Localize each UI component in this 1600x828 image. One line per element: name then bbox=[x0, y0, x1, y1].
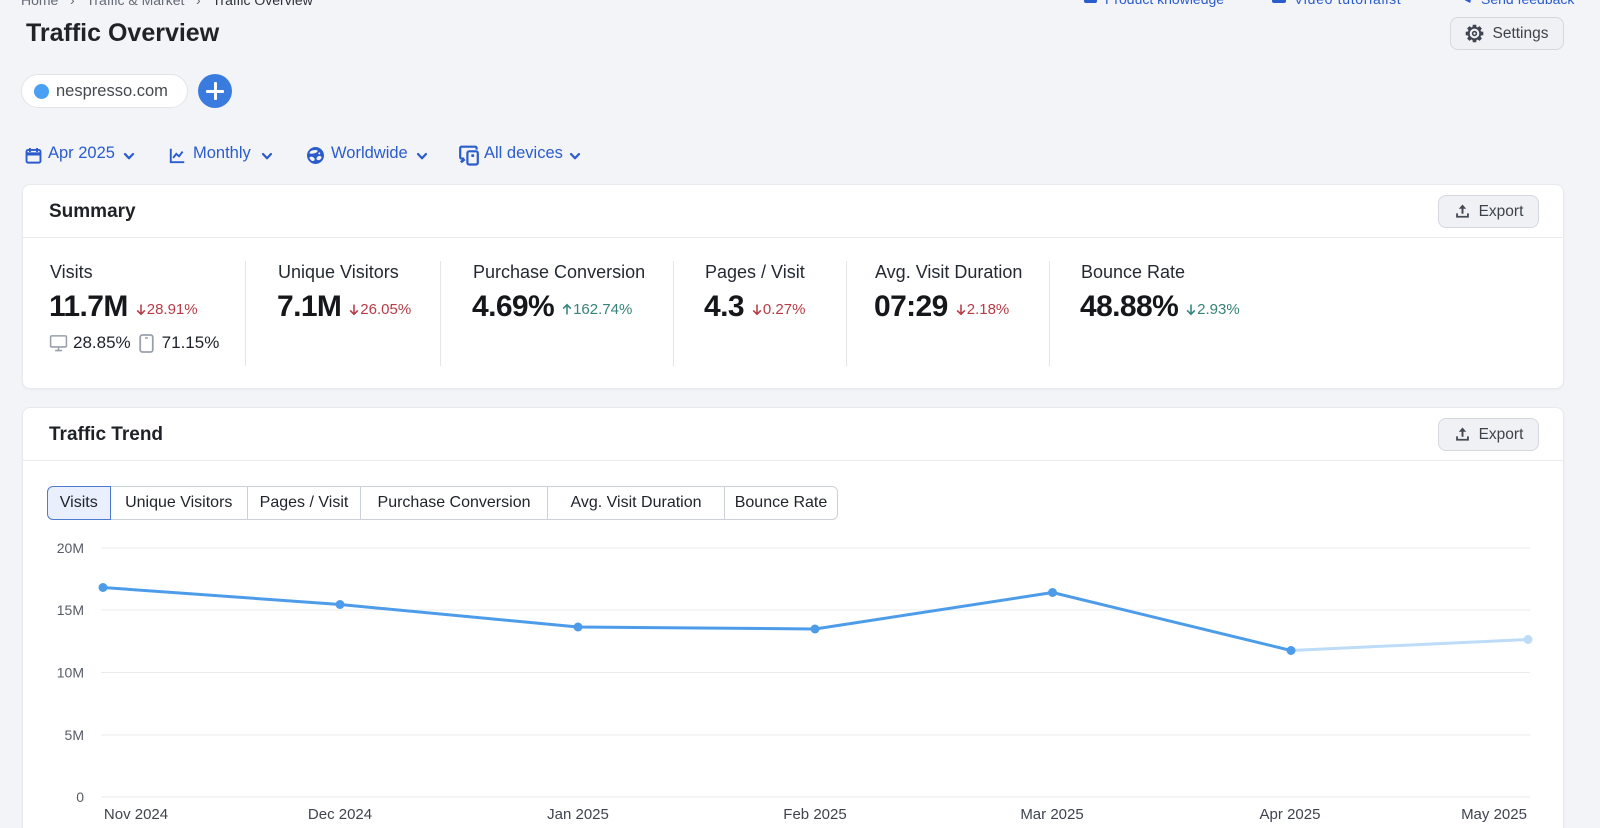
svg-text:20M: 20M bbox=[57, 540, 84, 556]
svg-text:15M: 15M bbox=[57, 602, 84, 618]
svg-text:5M: 5M bbox=[65, 727, 84, 743]
svg-text:10M: 10M bbox=[57, 665, 84, 681]
svg-text:0: 0 bbox=[76, 789, 84, 805]
